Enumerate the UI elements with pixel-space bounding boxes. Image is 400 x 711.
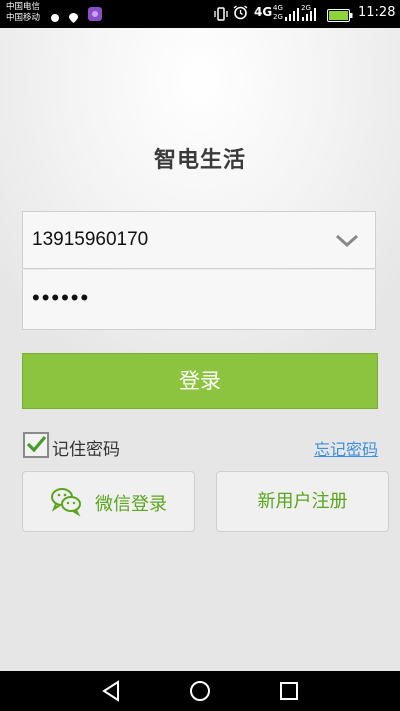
- phone-field[interactable]: 13915960170: [22, 211, 376, 269]
- network-4g-small: 4G: [273, 4, 283, 12]
- back-icon[interactable]: [100, 679, 122, 707]
- signal-2-icon: [300, 6, 318, 25]
- register-button[interactable]: 新用户注册: [216, 471, 389, 532]
- carrier-2: 中国移动: [6, 13, 41, 23]
- login-button[interactable]: 登录: [22, 353, 378, 409]
- wechat-login-button[interactable]: 微信登录: [22, 471, 195, 532]
- recents-icon[interactable]: [278, 679, 300, 707]
- vibrate-icon: [214, 6, 228, 25]
- wechat-login-label: 微信登录: [95, 494, 167, 515]
- alarm-icon: [233, 5, 248, 24]
- checkmark-icon: [26, 435, 47, 453]
- app-title: 智电生活: [153, 148, 246, 173]
- login-screen: 中国电信 中国移动 4G 4G 2G 2G 11:28 智电生活 1391596…: [0, 0, 400, 711]
- password-input[interactable]: ••••••: [32, 285, 90, 311]
- network-4g: 4G: [254, 5, 273, 19]
- password-field[interactable]: ••••••: [22, 270, 376, 330]
- home-icon[interactable]: [188, 679, 212, 707]
- signal-1-icon: [285, 6, 299, 25]
- forgot-password-link[interactable]: 忘记密码: [314, 436, 378, 460]
- navigation-bar: [0, 671, 400, 711]
- location-icon: [69, 8, 78, 27]
- remember-password-label[interactable]: 记住密码: [52, 435, 120, 460]
- clock: 11:28: [358, 5, 396, 20]
- chevron-down-icon[interactable]: [335, 233, 359, 252]
- carrier-1: 中国电信: [6, 2, 41, 12]
- wechat-icon: [50, 485, 82, 522]
- remember-password-checkbox[interactable]: [23, 432, 49, 458]
- notification-icon: [50, 8, 60, 27]
- status-bar: 中国电信 中国移动 4G 4G 2G 2G 11:28: [0, 0, 400, 28]
- network-2g-small: 2G: [273, 13, 283, 21]
- phone-input[interactable]: 13915960170: [32, 229, 148, 251]
- carrier-info: 中国电信 中国移动: [6, 2, 40, 24]
- battery-icon: [327, 7, 353, 26]
- app-notification-icon: [88, 6, 102, 25]
